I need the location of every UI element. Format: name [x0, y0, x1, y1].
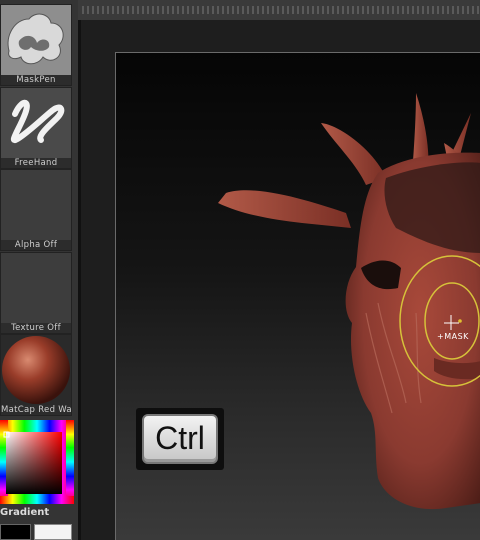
- maskpen-brush-icon: [1, 5, 71, 77]
- brush-slot[interactable]: MaskPen: [0, 4, 72, 86]
- ctrl-key-indicator: Ctrl: [136, 408, 224, 470]
- texture-label: Texture Off: [1, 323, 71, 333]
- freehand-stroke-icon: [1, 88, 71, 160]
- brush-label: MaskPen: [1, 75, 71, 85]
- stroke-slot[interactable]: FreeHand: [0, 87, 72, 169]
- stroke-label: FreeHand: [1, 158, 71, 168]
- secondary-color-swatch[interactable]: [34, 524, 72, 540]
- material-slot[interactable]: MatCap Red Wax: [0, 334, 72, 416]
- color-wheel-icon: [0, 420, 74, 504]
- cursor-mode-label: +MASK: [437, 332, 469, 341]
- gradient-label[interactable]: Gradient: [0, 506, 74, 520]
- left-horn: [218, 190, 351, 228]
- tool-palette: MaskPen FreeHand Alpha Off Texture Off M…: [0, 0, 78, 540]
- material-label: MatCap Red Wax: [1, 405, 72, 415]
- alpha-slot-icon: [1, 170, 71, 242]
- alpha-slot[interactable]: Alpha Off: [0, 169, 72, 251]
- main-color-swatch[interactable]: [0, 524, 31, 540]
- texture-slot[interactable]: Texture Off: [0, 252, 72, 334]
- color-picker[interactable]: [0, 420, 74, 504]
- ctrl-key-label: Ctrl: [142, 414, 218, 464]
- ruler-strip: [82, 6, 480, 14]
- top-shelf: [78, 0, 480, 20]
- alpha-label: Alpha Off: [1, 240, 71, 250]
- matcap-sphere-icon: [1, 335, 71, 407]
- texture-slot-icon: [1, 253, 71, 325]
